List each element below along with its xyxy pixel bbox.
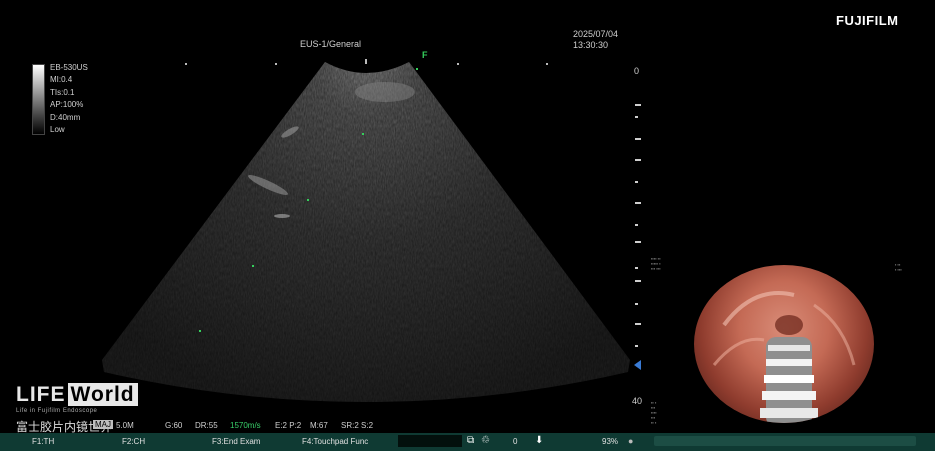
f3-key[interactable]: F3:End Exam <box>212 437 260 446</box>
probe-tip <box>760 337 818 423</box>
status-m: M:67 <box>310 421 328 430</box>
status-gain: G:60 <box>165 421 183 430</box>
status-freq: MAJ <box>93 420 113 429</box>
f2-key[interactable]: F2:CH <box>122 437 145 446</box>
status-dot-icon: ● <box>628 436 634 446</box>
time: 13:30:30 <box>573 40 609 50</box>
status-sr: SR:2 S:2 <box>341 421 374 430</box>
exam-mode: EUS-1/General <box>300 39 362 49</box>
battery-level: 93% <box>602 437 619 446</box>
ap-value: AP:100% <box>50 100 84 110</box>
lateral-scale-dots <box>185 59 548 65</box>
recall-icon[interactable]: ♲ <box>481 435 490 446</box>
tis-value: TIs:0.1 <box>50 87 75 97</box>
level-value: Low <box>50 125 65 135</box>
freeze-icon[interactable]: ⧉ <box>467 435 474 446</box>
endoscope-view <box>694 265 874 423</box>
grayscale-bar <box>32 64 45 135</box>
endoscope-image <box>712 291 856 423</box>
status-sound-speed: 1570m/s <box>230 421 261 430</box>
text-field[interactable] <box>398 435 462 447</box>
probe-model: EB-530US <box>50 63 88 72</box>
f4-key[interactable]: F4:Touchpad Func <box>302 437 368 446</box>
depth-scale <box>634 104 641 370</box>
brand-logo: FUJIFILM <box>836 13 899 28</box>
progress-field <box>654 436 916 446</box>
watermark-logo: LIFE World <box>16 383 138 407</box>
watermark-logo-a: LIFE <box>16 383 66 406</box>
depth-label-top: 0 <box>634 66 640 76</box>
watermark-subtitle: Life in Fujifilm Endoscope <box>16 408 98 414</box>
status-dr: DR:55 <box>195 421 218 430</box>
save-icon[interactable]: ⬇ <box>535 435 543 446</box>
status-row: MAJ 5.0M G:60 DR:55 1570m/s E:2 P:2 M:67… <box>0 419 640 432</box>
imaging-params: EB-530US MI:0.4 TIs:0.1 AP:100% D:40mm L… <box>50 62 88 136</box>
f1-key[interactable]: F1:TH <box>32 437 54 446</box>
function-key-bar: F1:TH F2:CH F3:End Exam F4:Touchpad Func… <box>0 433 935 451</box>
date: 2025/07/04 <box>573 29 619 39</box>
side-info-bottom: ▪▪ ▪ ▪▪▪ ▪▪▪▪ ▪▪▪ ▪▪ ▪ <box>651 400 657 425</box>
status-e-p: E:2 P:2 <box>275 421 302 430</box>
status-focus: 5.0M <box>116 421 134 430</box>
side-info-left: ▪▪▪▪ ▪▪ ▪▪▪▪▪ ▪ ▪▪▪ ▪▪▪ <box>651 256 661 271</box>
side-info-right: ▪ ▪▪ ▪ ▪▪▪ <box>895 262 902 272</box>
image-count: 0 <box>513 437 518 446</box>
depth-value: D:40mm <box>50 112 81 122</box>
watermark-logo-b: World <box>67 383 138 406</box>
focus-marker: F <box>422 50 428 60</box>
depth-label-bottom: 40 <box>632 396 643 406</box>
date-time: 2025/07/04 13:30:30 <box>573 29 618 51</box>
mi-value: MI:0.4 <box>50 75 73 85</box>
